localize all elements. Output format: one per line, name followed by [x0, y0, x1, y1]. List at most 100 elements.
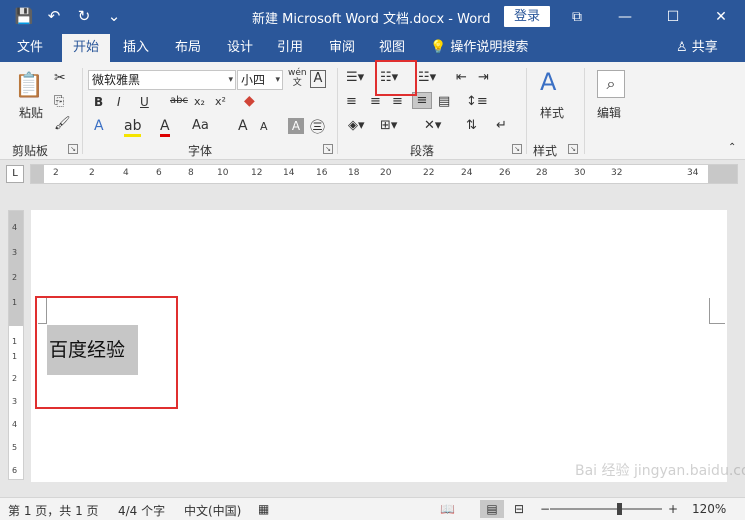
document-title: 新建 Microsoft Word 文档.docx - Word — [252, 12, 491, 27]
ruler-mark: 6 — [12, 466, 18, 475]
styles-icon[interactable]: A — [540, 68, 556, 96]
highlight-color-button[interactable]: ab — [124, 118, 142, 137]
tell-me-search[interactable]: 💡 操作说明搜索 — [430, 34, 528, 62]
paste-icon[interactable]: 📋 — [14, 70, 44, 100]
customize-qat-icon[interactable]: ⌄ — [104, 6, 124, 26]
font-size-select[interactable]: 小四 ▾ — [237, 70, 283, 90]
zoom-out-button[interactable]: − — [540, 502, 550, 516]
vertical-ruler[interactable]: 4 3 2 1 1 1 2 3 4 5 6 — [8, 210, 24, 480]
language-indicator[interactable]: 中文(中国) — [184, 502, 241, 519]
read-mode-icon[interactable]: 📖 — [440, 502, 455, 516]
tab-design[interactable]: 设计 — [218, 34, 262, 62]
status-bar: 第 1 页，共 1 页 4/4 个字 中文(中国) ▦ 📖 ▤ ⊟ − + 12… — [0, 497, 745, 520]
text-effects-button[interactable]: A — [94, 118, 104, 134]
ruler-mark: 4 — [123, 168, 129, 178]
change-case-button[interactable]: Aa — [192, 118, 209, 133]
phonetic-guide-icon[interactable]: wén 文 — [288, 68, 307, 88]
paragraph-group-label: 段落 — [410, 144, 435, 158]
ruler-mark: 14 — [283, 168, 295, 178]
quick-access-toolbar: 💾 ↶ ↻ ⌄ — [14, 6, 124, 26]
font-group-label: 字体 — [188, 144, 213, 158]
font-color-button[interactable]: A — [160, 118, 170, 137]
save-icon[interactable]: 💾 — [14, 6, 34, 26]
tab-insert[interactable]: 插入 — [114, 34, 158, 62]
ruler-mark: 26 — [499, 168, 511, 178]
collapse-ribbon-icon[interactable]: ⌃ — [728, 142, 736, 153]
paragraph-launcher-icon[interactable]: ↘ — [512, 144, 522, 154]
ribbon-display-options-icon[interactable]: ⧉ — [553, 0, 601, 34]
page-count[interactable]: 第 1 页，共 1 页 — [8, 502, 99, 519]
character-border-icon[interactable]: A — [310, 70, 326, 88]
minimize-button[interactable]: — — [601, 0, 649, 34]
maximize-button[interactable]: ☐ — [649, 0, 697, 34]
strikethrough-button[interactable]: abc — [170, 95, 188, 106]
horizontal-ruler[interactable]: 2 2 4 6 8 10 12 14 16 18 20 22 24 26 28 … — [30, 164, 738, 184]
tab-view[interactable]: 视图 — [370, 34, 414, 62]
group-divider — [82, 68, 83, 154]
superscript-button[interactable]: x² — [215, 95, 226, 108]
copy-icon[interactable]: ⎘ — [54, 94, 64, 109]
web-layout-icon[interactable]: ⊟ — [514, 502, 524, 516]
bold-button[interactable]: B — [94, 95, 103, 109]
tab-file[interactable]: 文件 — [8, 34, 52, 62]
search-icon[interactable]: ⌕ — [597, 70, 625, 98]
ruler-margin-left — [31, 165, 44, 183]
borders-button[interactable]: ⊞▾ — [380, 118, 397, 133]
zoom-level[interactable]: 120% — [692, 502, 726, 516]
clipboard-launcher-icon[interactable]: ↘ — [68, 144, 78, 154]
styles-launcher-icon[interactable]: ↘ — [568, 144, 578, 154]
underline-button[interactable]: U — [140, 95, 149, 109]
print-layout-icon[interactable]: ▤ — [480, 500, 504, 518]
show-marks-button[interactable]: ↵ — [496, 118, 507, 133]
shrink-font-button[interactable]: A — [260, 120, 268, 133]
distributed-button[interactable]: ▤ — [438, 94, 450, 109]
tab-layout[interactable]: 布局 — [166, 34, 210, 62]
highlight-box — [35, 296, 178, 409]
login-button[interactable]: 登录 — [504, 6, 550, 27]
zoom-in-button[interactable]: + — [668, 502, 678, 516]
italic-button[interactable]: I — [117, 95, 121, 109]
subscript-button[interactable]: x₂ — [194, 95, 205, 108]
styles-button[interactable]: 样式 — [540, 104, 564, 121]
ruler-mark: 5 — [12, 443, 18, 452]
shading-button[interactable]: ◈▾ — [348, 118, 365, 133]
ruler-mark: 24 — [461, 168, 473, 178]
enclose-characters-button[interactable]: ㊂ — [310, 116, 325, 137]
align-center-button[interactable]: ≡ — [370, 94, 381, 109]
tab-references[interactable]: 引用 — [268, 34, 312, 62]
zoom-slider-thumb[interactable] — [617, 503, 622, 515]
share-button[interactable]: ♙ 共享 — [676, 34, 718, 62]
grow-font-button[interactable]: A — [238, 118, 248, 134]
close-button[interactable]: ✕ — [697, 0, 745, 34]
redo-icon[interactable]: ↻ — [74, 6, 94, 26]
format-painter-icon[interactable]: 🖌 — [54, 116, 71, 131]
ruler-mark: 3 — [12, 248, 18, 257]
character-shading-button[interactable]: A — [288, 118, 304, 134]
align-right-button[interactable]: ≡ — [392, 94, 403, 109]
styles-group-label: 样式 — [533, 144, 558, 158]
font-family-select[interactable]: 微软雅黑 ▾ — [88, 70, 236, 90]
ruler-mark: 22 — [423, 168, 435, 178]
increase-indent-button[interactable]: ⇥ — [478, 70, 489, 85]
decrease-indent-button[interactable]: ⇤ — [456, 70, 467, 85]
ruler-mark: 2 — [12, 374, 18, 383]
zoom-slider[interactable] — [550, 508, 662, 510]
clear-formatting-icon[interactable]: ◆ — [244, 93, 255, 109]
multilevel-list-button[interactable]: ☳▾ — [418, 70, 436, 85]
tab-home[interactable]: 开始 — [62, 34, 110, 62]
editing-button[interactable]: 编辑 — [597, 104, 621, 121]
watermark: Bai 经验 jingyan.baidu.com — [575, 463, 745, 479]
tab-review[interactable]: 审阅 — [320, 34, 364, 62]
undo-icon[interactable]: ↶ — [44, 6, 64, 26]
paste-button[interactable]: 粘贴 — [14, 104, 48, 121]
align-left-button[interactable]: ≡ — [346, 94, 357, 109]
bullets-button[interactable]: ☰▾ — [346, 70, 364, 85]
tab-selector[interactable]: L — [6, 165, 24, 183]
macro-icon[interactable]: ▦ — [258, 502, 269, 516]
font-launcher-icon[interactable]: ↘ — [323, 144, 333, 154]
cut-icon[interactable]: ✂ — [54, 70, 66, 86]
line-spacing-button[interactable]: ↕≡ — [466, 94, 488, 109]
word-count[interactable]: 4/4 个字 — [118, 502, 165, 519]
chinese-layout-button[interactable]: ✕▾ — [424, 118, 441, 133]
sort-button[interactable]: ⇅ — [466, 118, 477, 133]
